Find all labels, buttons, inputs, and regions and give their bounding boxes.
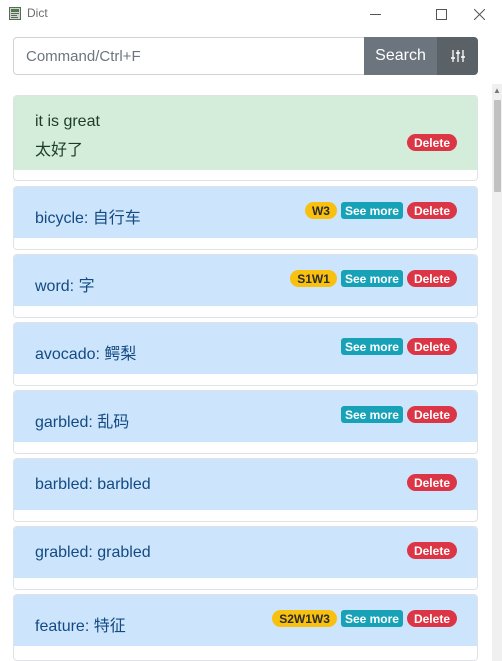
delete-button[interactable]: Delete [406,202,457,219]
list-item: word: 字 S1W1 See more Delete [13,254,478,318]
scroll-up-icon[interactable]: ▲ [492,84,502,98]
entry-text: garbled: 乱码 [35,414,130,431]
entry-body: avocado: 鳄梨 See more Delete [14,323,477,374]
entry-text: grabled: grabled [35,544,151,561]
entry-actions: See more Delete [340,406,457,423]
see-more-button[interactable]: See more [340,270,403,287]
entry-translation: 太好了 [35,142,84,159]
delete-button[interactable]: Delete [406,610,457,627]
scrollbar-thumb[interactable] [494,100,501,192]
entry-text: barbled: barbled [35,476,151,493]
list-item: barbled: barbled Delete [13,458,478,522]
close-icon [473,8,485,20]
title-bar: Dict [0,0,502,28]
see-more-button[interactable]: See more [340,610,403,627]
entry-body: feature: 特征 S2W1W3 See more Delete [14,595,477,646]
vertical-scrollbar[interactable]: ▲ [492,84,502,661]
entry-text: feature: 特征 [35,618,126,635]
search-button[interactable]: Search [364,37,437,75]
app-icon [9,7,21,20]
entry-phrase: it is great [35,113,100,130]
entry-actions: S2W1W3 See more Delete [272,610,457,627]
tag-badge: S1W1 [290,270,337,287]
entry-body: bicycle: 自行车 W3 See more Delete [14,187,477,238]
entry-body: word: 字 S1W1 See more Delete [14,255,477,306]
see-more-button[interactable]: See more [340,338,403,355]
list-item: avocado: 鳄梨 See more Delete [13,322,478,386]
entry-actions: Delete [406,474,457,491]
entry-actions: Delete [406,542,457,559]
tag-badge: S2W1W3 [272,610,337,627]
filter-button[interactable] [437,37,478,75]
entry-actions: S1W1 See more Delete [290,270,457,287]
minimize-button[interactable] [352,0,398,28]
list-item: it is great 太好了 Delete [13,95,478,181]
entry-body: barbled: barbled Delete [14,459,477,510]
delete-button[interactable]: Delete [406,134,457,151]
entry-actions: Delete [406,134,457,151]
close-button[interactable] [456,0,502,28]
list-item: garbled: 乱码 See more Delete [13,390,478,454]
search-input[interactable] [13,37,365,75]
window-title: Dict [27,6,48,20]
delete-button[interactable]: Delete [406,406,457,423]
list-item: bicycle: 自行车 W3 See more Delete [13,186,478,250]
entry-actions: W3 See more Delete [304,202,457,219]
entry-actions: See more Delete [340,338,457,355]
entry-text: word: 字 [35,278,95,295]
see-more-button[interactable]: See more [340,406,403,423]
tag-badge: W3 [304,202,337,219]
entry-text: bicycle: 自行车 [35,210,141,227]
entry-body: grabled: grabled Delete [14,527,477,578]
entry-body: it is great 太好了 Delete [14,96,477,170]
delete-button[interactable]: Delete [406,270,457,287]
delete-button[interactable]: Delete [406,474,457,491]
minimize-icon [369,13,381,15]
maximize-icon [435,8,447,20]
list-item: grabled: grabled Delete [13,526,478,590]
delete-button[interactable]: Delete [406,338,457,355]
see-more-button[interactable]: See more [340,202,403,219]
entry-body: garbled: 乱码 See more Delete [14,391,477,442]
sliders-icon [450,50,465,62]
list-item: feature: 特征 S2W1W3 See more Delete [13,594,478,661]
entry-text: avocado: 鳄梨 [35,346,137,363]
delete-button[interactable]: Delete [406,542,457,559]
